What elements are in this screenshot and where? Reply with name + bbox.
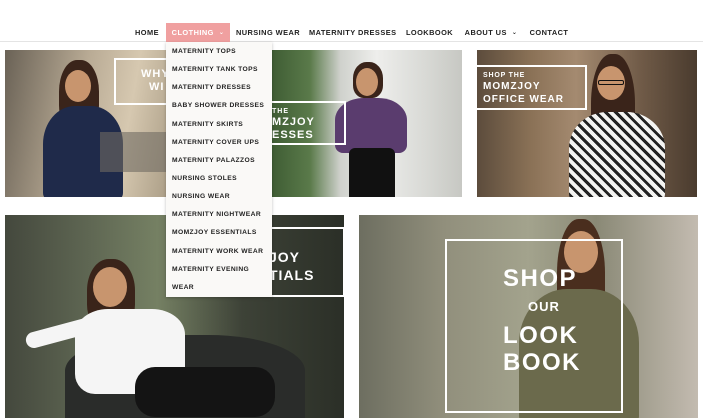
- nav-contact[interactable]: CONTACT: [526, 23, 572, 42]
- chevron-down-icon: ⌄: [218, 30, 225, 36]
- nav-about-us[interactable]: ABOUT US ⌄: [463, 23, 519, 42]
- promo-line-2: OUR: [528, 299, 560, 314]
- promo-line-2: MOMZJOY: [483, 81, 541, 92]
- nav-nursing-wear[interactable]: NURSING WEAR: [234, 23, 302, 42]
- dropdown-item-baby-shower-dresses[interactable]: BABY SHOWER DRESSES: [172, 101, 264, 111]
- dropdown-item-maternity-dresses[interactable]: MATERNITY DRESSES: [172, 83, 251, 93]
- dropdown-item-momzjoy-essentials[interactable]: MOMZJOY ESSENTIALS: [172, 228, 257, 238]
- promo-line-3: ESSES: [272, 129, 314, 141]
- dropdown-item-maternity-evening-wear[interactable]: MATERNITY EVENING: [172, 265, 249, 275]
- dropdown-item-maternity-palazzos[interactable]: MATERNITY PALAZZOS: [172, 156, 255, 166]
- clothing-dropdown-menu: MATERNITY TOPS MATERNITY TANK TOPS MATER…: [166, 42, 272, 297]
- nav-clothing-label: CLOTHING: [171, 28, 214, 37]
- dropdown-item-maternity-cover-ups[interactable]: MATERNITY COVER UPS: [172, 138, 259, 148]
- promo-line-1: SHOP THE: [483, 72, 526, 79]
- promo-line-1: SHOP: [503, 265, 578, 292]
- nav-maternity-dresses[interactable]: MATERNITY DRESSES: [309, 23, 396, 42]
- dropdown-item-maternity-tops[interactable]: MATERNITY TOPS: [172, 47, 236, 57]
- table-shape: [100, 132, 170, 172]
- main-nav: HOME CLOTHING ⌄ NURSING WEAR MATERNITY DR…: [0, 0, 703, 42]
- dropdown-item-maternity-evening-wear-cont[interactable]: WEAR: [172, 283, 194, 293]
- promo-line-2: MZJOY: [272, 116, 315, 128]
- dropdown-item-maternity-skirts[interactable]: MATERNITY SKIRTS: [172, 120, 243, 130]
- promo-line-3: OFFICE WEAR: [483, 94, 564, 105]
- nav-home[interactable]: HOME: [131, 23, 163, 42]
- glasses-icon: [598, 80, 624, 85]
- promo-line-2: WI: [149, 81, 165, 93]
- promo-line-1: THE: [272, 108, 289, 115]
- nav-lookbook[interactable]: LOOKBOOK: [403, 23, 456, 42]
- banner-maternity-dresses[interactable]: THE MZJOY ESSES: [272, 50, 462, 197]
- chevron-down-icon: ⌄: [511, 30, 518, 36]
- dropdown-item-maternity-tank-tops[interactable]: MATERNITY TANK TOPS: [172, 65, 258, 75]
- nav-clothing[interactable]: CLOTHING ⌄: [166, 23, 230, 42]
- dropdown-item-nursing-stoles[interactable]: NURSING STOLES: [172, 174, 237, 184]
- promo-line-3: LOOK: [503, 322, 579, 349]
- dropdown-item-maternity-nightwear[interactable]: MATERNITY NIGHTWEAR: [172, 210, 261, 220]
- dropdown-item-maternity-work-wear[interactable]: MATERNITY WORK WEAR: [172, 247, 263, 257]
- promo-line-1: JOY: [269, 249, 301, 265]
- promo-line-4: BOOK: [503, 349, 581, 376]
- promo-frame: [114, 58, 174, 105]
- dropdown-item-nursing-wear[interactable]: NURSING WEAR: [172, 192, 230, 202]
- banner-lookbook[interactable]: SHOP OUR LOOK BOOK: [359, 215, 698, 418]
- promo-line-2: TIALS: [269, 267, 315, 283]
- nav-about-us-label: ABOUT US: [464, 28, 507, 37]
- banner-office-wear[interactable]: SHOP THE MOMZJOY OFFICE WEAR: [477, 50, 697, 197]
